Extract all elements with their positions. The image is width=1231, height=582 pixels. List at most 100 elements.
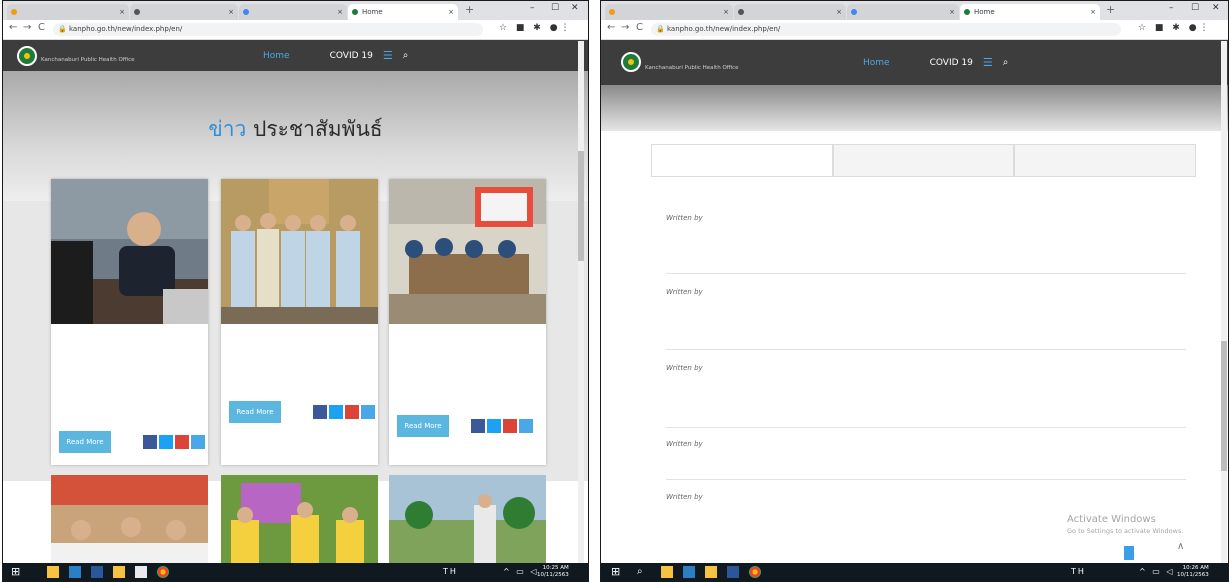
maximize-button[interactable]: ☐	[551, 3, 559, 13]
google-plus-icon[interactable]	[175, 435, 189, 449]
close-tab-icon[interactable]: ×	[836, 4, 842, 20]
email-share-icon[interactable]	[519, 419, 533, 433]
menu-home[interactable]: Home	[863, 58, 890, 68]
card-photo-3[interactable]	[389, 179, 546, 324]
close-tab-icon[interactable]: ×	[1090, 4, 1096, 20]
news-item-4[interactable]: Written by	[666, 437, 1186, 451]
email-share-icon[interactable]	[361, 405, 375, 419]
scrollbar-thumb[interactable]	[1221, 341, 1227, 471]
read-more-button[interactable]: Read More	[397, 415, 449, 437]
minimize-button[interactable]: –	[1169, 3, 1174, 13]
close-window-button[interactable]: ✕	[571, 3, 579, 13]
news-item-1[interactable]: Written by	[666, 211, 1186, 225]
close-tab-icon[interactable]: ×	[723, 4, 729, 20]
browser-tab-3[interactable]: ×	[847, 4, 959, 20]
close-tab-icon[interactable]: ×	[119, 4, 125, 20]
file-explorer-icon[interactable]	[47, 566, 59, 578]
search-icon[interactable]: ⌕	[637, 566, 649, 578]
read-more-button[interactable]: Read More	[59, 431, 111, 453]
scroll-to-top-icon[interactable]: ∧	[1177, 541, 1184, 552]
file-explorer-icon[interactable]	[661, 566, 673, 578]
news-item-5[interactable]: Written by	[666, 490, 1186, 504]
card-photo-1[interactable]	[51, 179, 208, 324]
menu-covid19[interactable]: COVID 19	[930, 58, 973, 68]
word-icon[interactable]	[91, 566, 103, 578]
twitter-icon[interactable]	[159, 435, 173, 449]
extension-icons[interactable]: ☆ ■ ✱ ●⋮	[1138, 23, 1212, 33]
card-photo-5[interactable]	[221, 475, 378, 565]
new-tab-button[interactable]: +	[1106, 3, 1115, 16]
browser-tab-home[interactable]: Home ×	[348, 4, 458, 20]
browser-tab-2[interactable]: ×	[734, 4, 846, 20]
facebook-icon[interactable]	[143, 435, 157, 449]
maximize-button[interactable]: ☐	[1191, 3, 1199, 13]
url-input[interactable]: 🔒 kanpho.go.th/new/index.php/en/	[53, 23, 483, 36]
language-indicator[interactable]: TH	[443, 567, 458, 576]
forward-button[interactable]: →	[621, 22, 629, 33]
system-tray-icons[interactable]: ^ ▭ ◁	[503, 567, 539, 576]
close-tab-icon[interactable]: ×	[337, 4, 343, 20]
clock[interactable]: 10:25 AM 10/11/2563	[537, 565, 569, 579]
card-photo-4[interactable]	[51, 475, 208, 565]
tab-procurement[interactable]	[832, 144, 1015, 176]
facebook-icon[interactable]	[313, 405, 327, 419]
email-share-icon[interactable]	[191, 435, 205, 449]
search-icon[interactable]: ⌕	[1003, 57, 1009, 68]
browser-tab-2[interactable]: ×	[130, 4, 238, 20]
browser-tab-1[interactable]: ×	[605, 4, 733, 20]
scrollbar-thumb[interactable]	[578, 151, 584, 261]
read-more-button[interactable]: Read More	[229, 401, 281, 423]
close-tab-icon[interactable]: ×	[949, 4, 955, 20]
minimize-button[interactable]: –	[530, 3, 535, 13]
page-scrollbar[interactable]	[578, 41, 584, 563]
forward-button[interactable]: →	[23, 22, 31, 33]
browser-tab-3[interactable]: ×	[239, 4, 347, 20]
reload-button[interactable]: C	[38, 22, 45, 33]
back-button[interactable]: ←	[607, 22, 615, 33]
close-tab-icon[interactable]: ×	[228, 4, 234, 20]
hamburger-menu-icon[interactable]: ☰	[383, 49, 393, 62]
store-icon[interactable]	[69, 566, 81, 578]
windows-start-icon[interactable]: ⊞	[11, 566, 23, 578]
app-icon[interactable]	[135, 566, 147, 578]
google-plus-icon[interactable]	[503, 419, 517, 433]
menu-covid19[interactable]: COVID 19	[330, 51, 373, 61]
close-window-button[interactable]: ✕	[1212, 3, 1220, 13]
new-tab-button[interactable]: +	[465, 3, 474, 16]
browser-tab-1[interactable]: ×	[7, 4, 129, 20]
card-photo-6[interactable]	[389, 475, 546, 565]
back-button[interactable]: ←	[9, 22, 17, 33]
close-tab-icon[interactable]: ×	[448, 4, 454, 20]
word-icon[interactable]	[727, 566, 739, 578]
reload-button[interactable]: C	[636, 22, 643, 33]
chrome-icon[interactable]	[157, 566, 169, 578]
windows-start-icon[interactable]: ⊞	[611, 566, 623, 578]
twitter-icon[interactable]	[329, 405, 343, 419]
card-photo-2[interactable]	[221, 179, 378, 324]
store-icon[interactable]	[683, 566, 695, 578]
google-plus-icon[interactable]	[345, 405, 359, 419]
twitter-icon[interactable]	[487, 419, 501, 433]
facebook-icon[interactable]	[471, 419, 485, 433]
search-icon[interactable]: ⌕	[403, 50, 409, 61]
browser-tab-home[interactable]: Home ×	[960, 4, 1100, 20]
language-indicator[interactable]: TH	[1071, 567, 1086, 576]
tab-public-relations[interactable]	[651, 144, 833, 176]
folder-icon[interactable]	[113, 566, 125, 578]
extension-icons[interactable]: ☆ ■ ✱ ●⋮	[499, 23, 573, 33]
url-input[interactable]: 🔒 kanpho.go.th/new/index.php/en/	[651, 23, 1121, 36]
news-item-3[interactable]: Written by	[666, 361, 1186, 375]
clock[interactable]: 10:26 AM 10/11/2563	[1177, 565, 1209, 579]
menu-home[interactable]: Home	[263, 51, 290, 61]
site-logo-icon[interactable]	[17, 46, 37, 66]
folder-icon[interactable]	[705, 566, 717, 578]
news-item-2[interactable]: Written by	[666, 285, 1186, 299]
page-scrollbar[interactable]	[1221, 41, 1227, 563]
phone-icon[interactable]	[1124, 546, 1134, 560]
event-photo	[221, 475, 378, 565]
site-logo-icon[interactable]	[621, 52, 641, 72]
hamburger-menu-icon[interactable]: ☰	[983, 56, 993, 69]
tab-job-openings[interactable]	[1014, 144, 1197, 176]
system-tray-icons[interactable]: ^ ▭ ◁	[1139, 567, 1175, 576]
chrome-icon[interactable]	[749, 566, 761, 578]
